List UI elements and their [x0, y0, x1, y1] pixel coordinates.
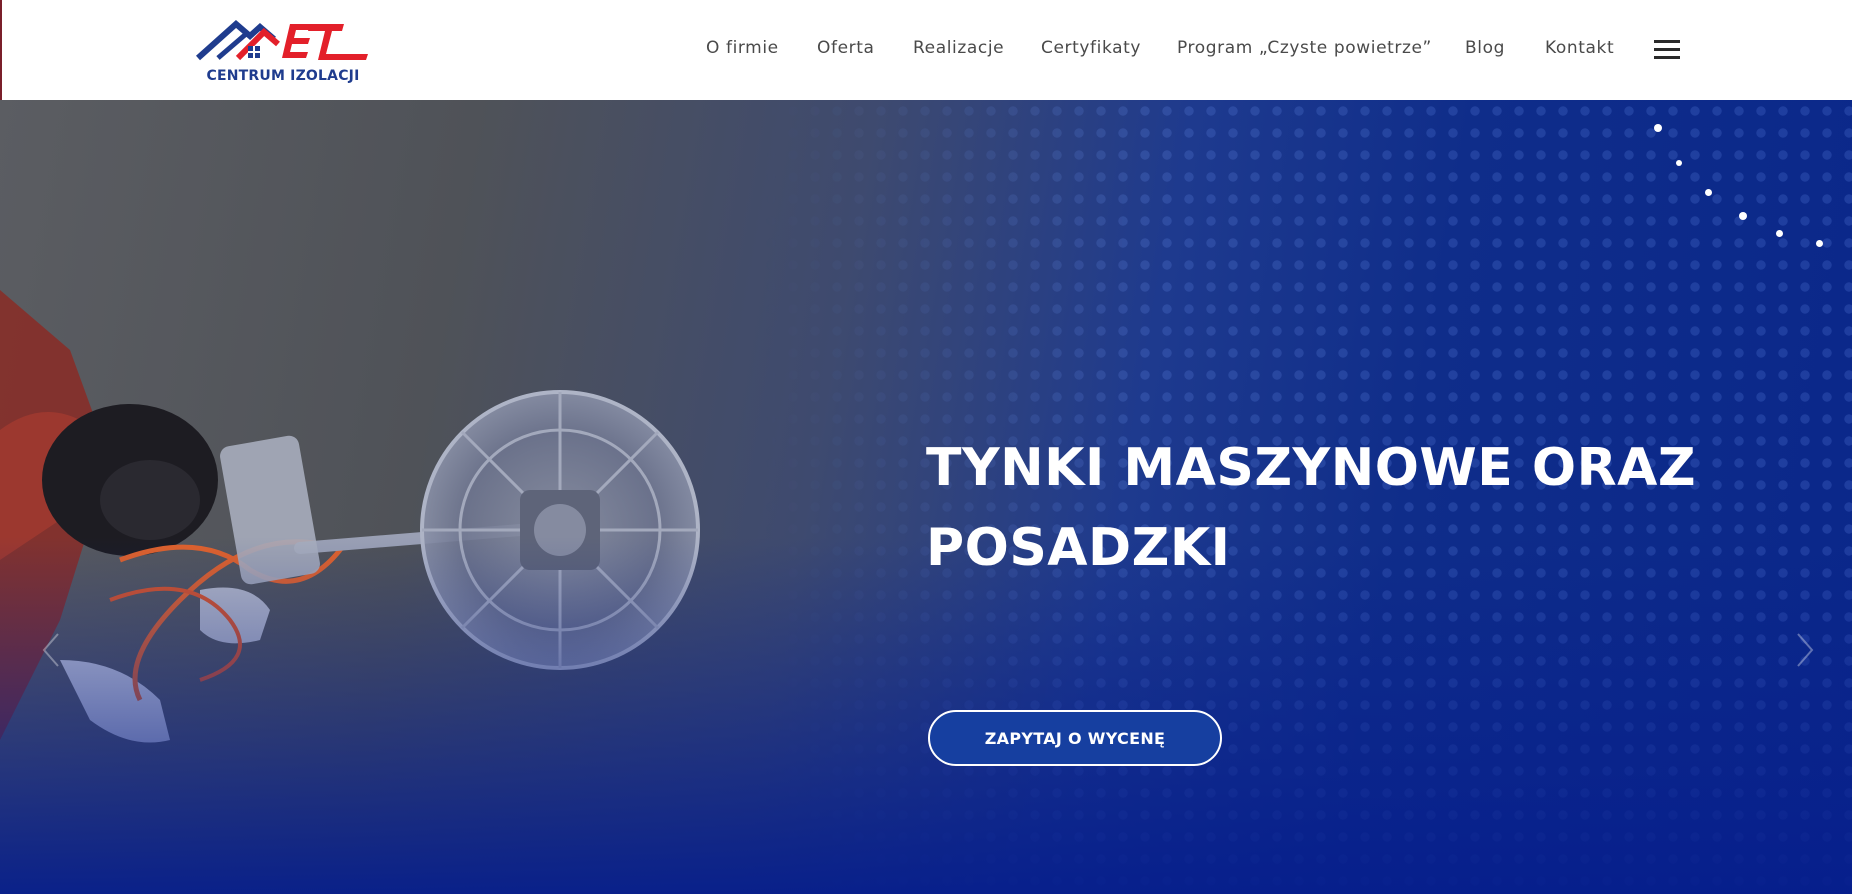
nav-item-blog[interactable]: Blog: [1465, 38, 1505, 58]
nav-item-certyfikaty[interactable]: Certyfikaty: [1041, 38, 1141, 58]
site-header: CENTRUM IZOLACJI O firmie Oferta Realiza…: [0, 0, 1852, 100]
main-nav: O firmie Oferta Realizacje Certyfikaty P…: [2, 0, 1852, 100]
chevron-left-icon[interactable]: [38, 630, 62, 670]
sparkle-dot: [1816, 240, 1823, 247]
sparkle-dot: [1705, 189, 1712, 196]
nav-item-realizacje[interactable]: Realizacje: [913, 38, 1004, 58]
nav-item-o-firmie[interactable]: O firmie: [706, 38, 779, 58]
hero-title-line-2: POSADZKI: [926, 518, 1231, 578]
chevron-right-icon[interactable]: [1794, 630, 1818, 670]
sparkle-dot: [1776, 230, 1783, 237]
hamburger-menu-icon[interactable]: [1654, 40, 1680, 60]
sparkle-dot: [1739, 212, 1747, 220]
sparkle-dot: [1676, 160, 1682, 166]
nav-item-czyste-powietrze[interactable]: Program „Czyste powietrze”: [1177, 38, 1432, 58]
hero-title: TYNKI MASZYNOWE ORAZ POSADZKI: [926, 428, 1786, 588]
sparkle-dot: [1654, 124, 1662, 132]
hero-slider: TYNKI MASZYNOWE ORAZ POSADZKI ZAPYTAJ O …: [0, 100, 1852, 894]
nav-item-oferta[interactable]: Oferta: [817, 38, 875, 58]
hero-title-line-1: TYNKI MASZYNOWE ORAZ: [926, 438, 1697, 498]
request-quote-button[interactable]: ZAPYTAJ O WYCENĘ: [928, 710, 1222, 766]
nav-item-kontakt[interactable]: Kontakt: [1545, 38, 1614, 58]
